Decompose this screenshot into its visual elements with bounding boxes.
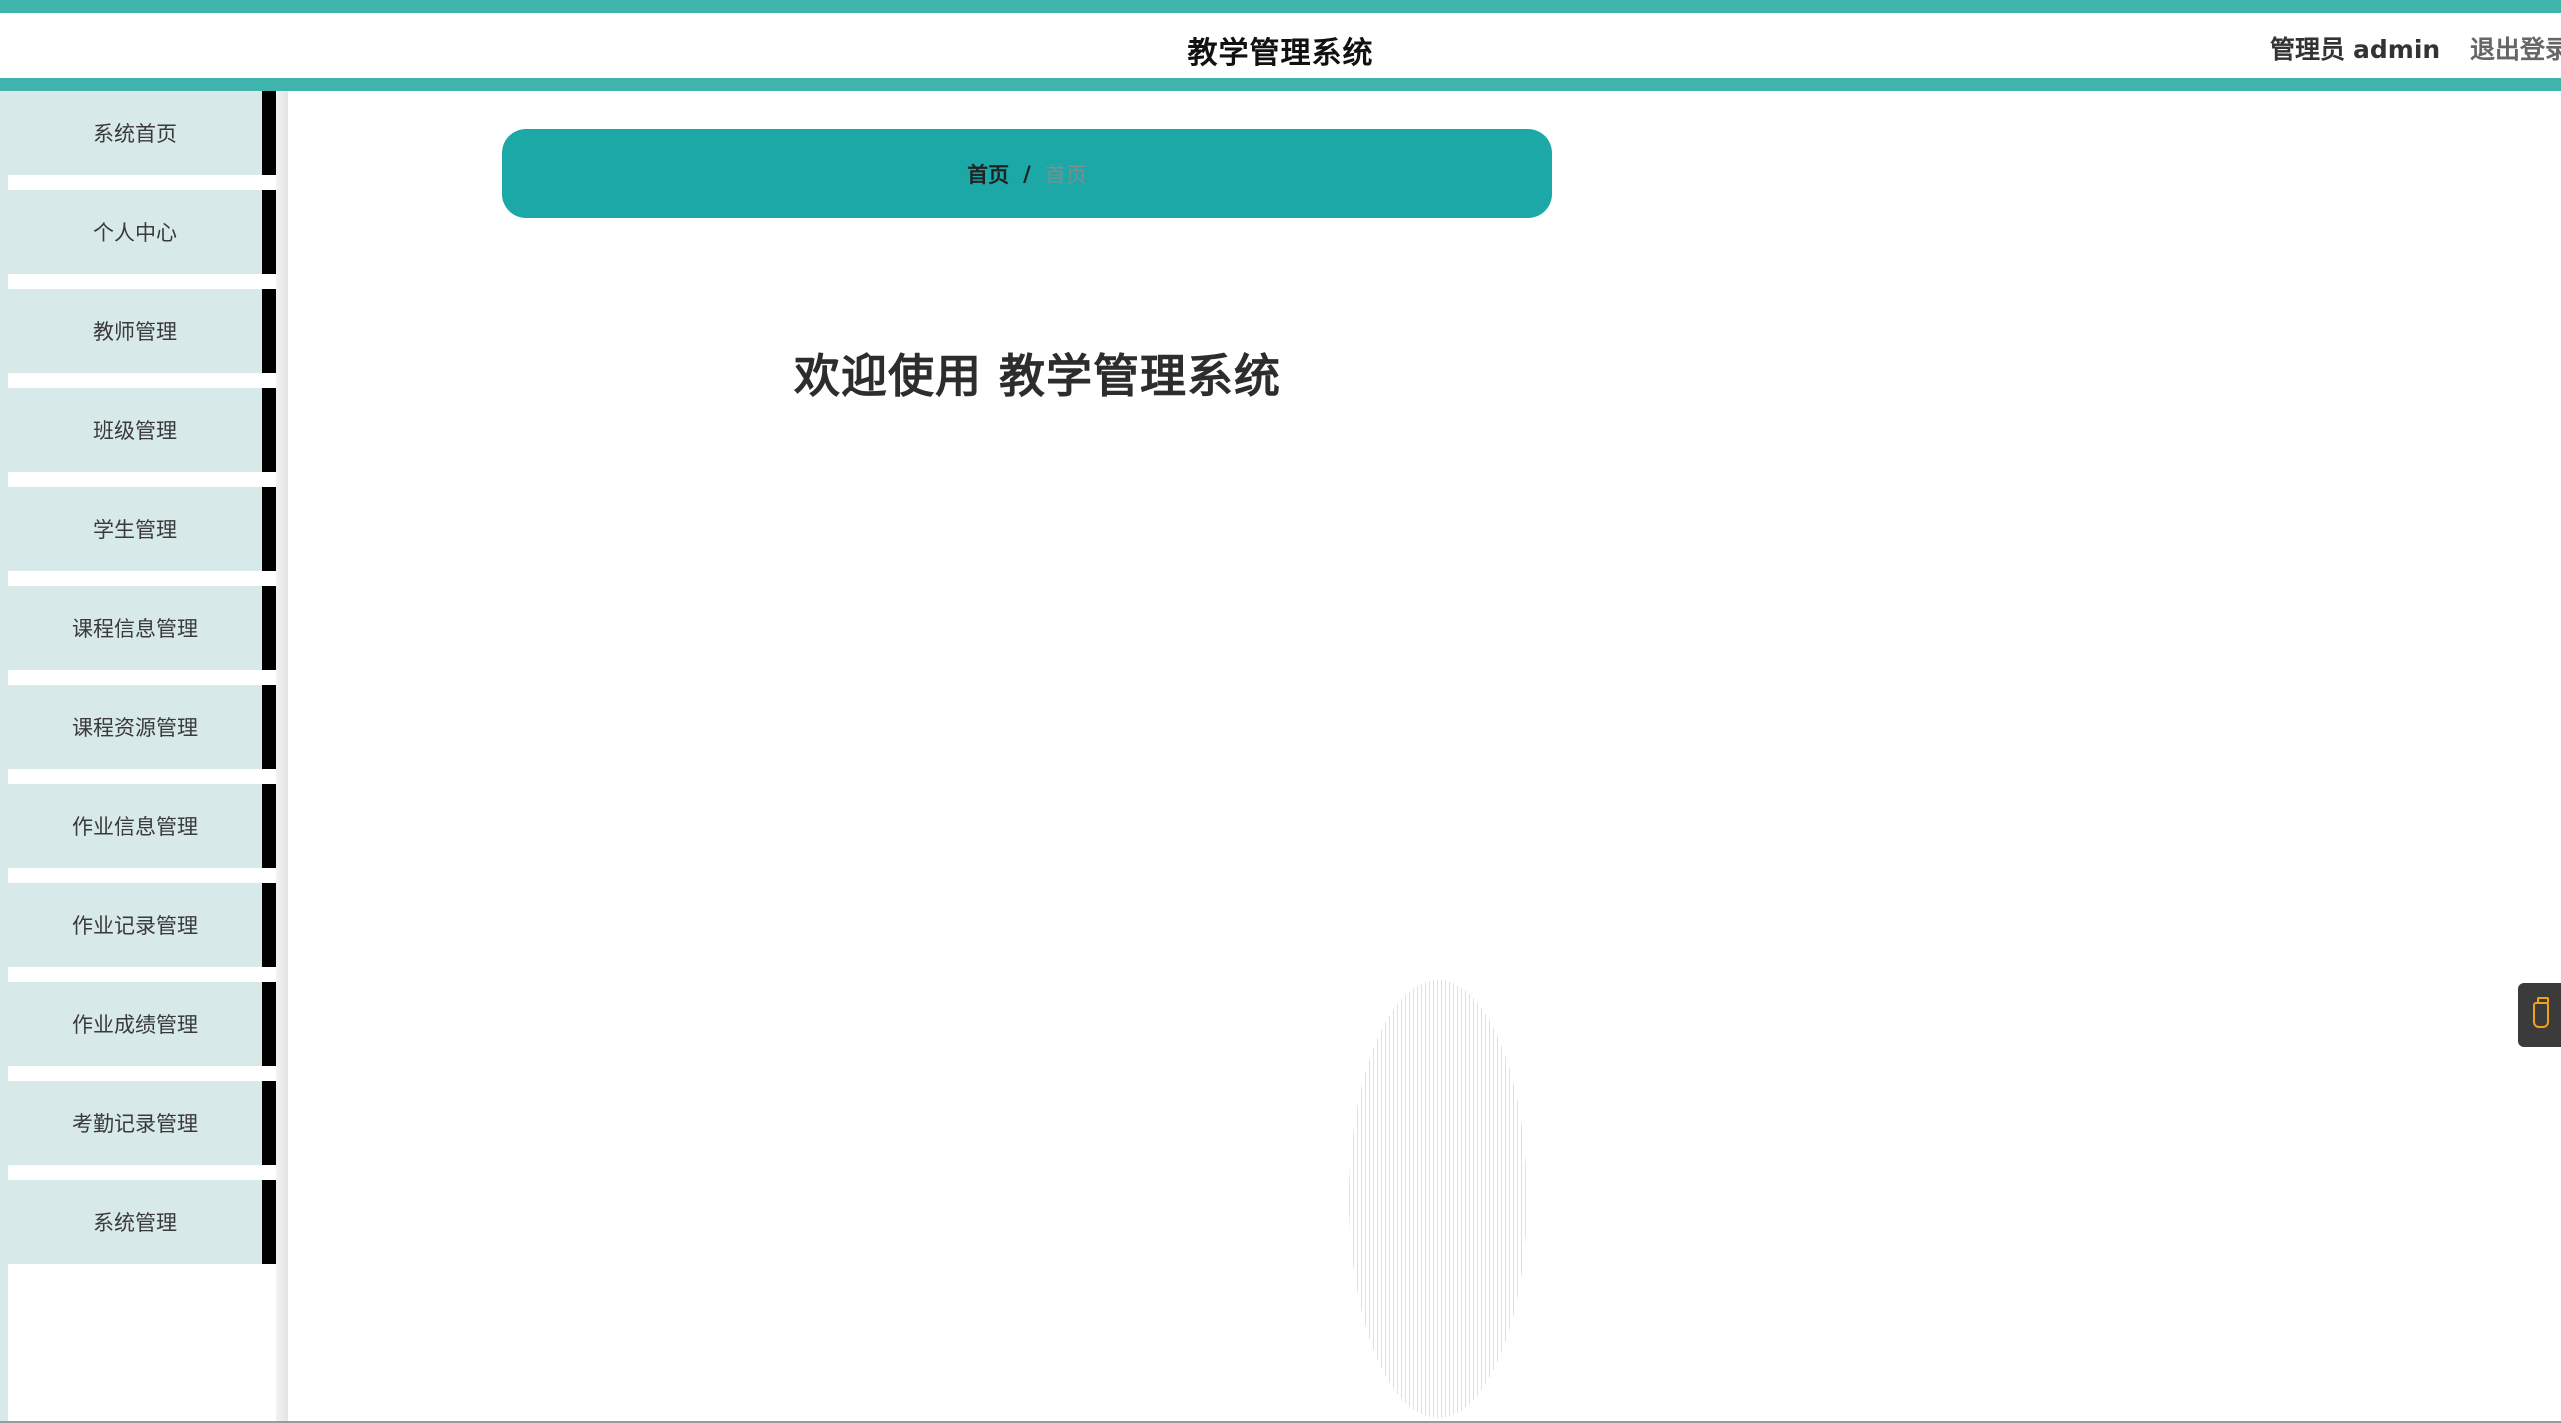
sidebar-item-edge [262,487,277,571]
sidebar-item-gap [8,868,276,883]
sidebar-item-attendance[interactable]: 考勤记录管理 [0,1081,276,1180]
sidebar-item-edge [262,784,277,868]
sidebar-item-system[interactable]: 系统管理 [0,1180,276,1279]
sidebar-item-tile[interactable]: 班级管理 [0,388,262,472]
header-top-bar [0,0,2561,13]
user-role: 管理员 [2270,35,2345,64]
sidebar-item-label: 作业信息管理 [72,811,198,841]
sidebar-item-edge [262,1081,277,1165]
user-info: 管理员 admin [2270,30,2440,66]
sidebar-item-classes[interactable]: 班级管理 [0,388,276,487]
sidebar-item-edge [262,388,277,472]
sidebar-item-label: 课程信息管理 [72,613,198,643]
sidebar-item-label: 系统首页 [93,118,177,148]
sidebar-item-gap [8,967,276,982]
sidebar-item-label: 教师管理 [93,316,177,346]
sidebar-item-tile[interactable]: 作业记录管理 [0,883,262,967]
cup-icon [2533,1002,2549,1028]
sidebar-item-home[interactable]: 系统首页 [0,91,276,190]
header-bottom-bar [0,78,2561,91]
sidebar-item-label: 个人中心 [93,217,177,247]
sidebar-item-homework-records[interactable]: 作业记录管理 [0,883,276,982]
sidebar-item-tile[interactable]: 作业成绩管理 [0,982,262,1066]
top-header: 教学管理系统 管理员 admin 退出登录 [0,0,2561,91]
sidebar-item-homework-grades[interactable]: 作业成绩管理 [0,982,276,1081]
sidebar-item-label: 作业成绩管理 [72,1009,198,1039]
sidebar-item-label: 班级管理 [93,415,177,445]
sidebar-divider [276,91,288,1423]
sidebar-item-tile[interactable]: 作业信息管理 [0,784,262,868]
sidebar-item-profile[interactable]: 个人中心 [0,190,276,289]
sidebar: 系统首页 个人中心 教师管理 班级管理 学生管理 [0,91,288,1423]
sidebar-item-gap [8,769,276,784]
app-page: 教学管理系统 管理员 admin 退出登录 系统首页 个人中心 教师管理 [0,0,2561,1423]
welcome-heading: 欢迎使用 教学管理系统 [794,340,1281,406]
breadcrumb-current: 首页 [1045,159,1087,189]
sidebar-item-tile[interactable]: 学生管理 [0,487,262,571]
sidebar-item-edge [262,289,277,373]
sidebar-item-gap [8,1165,276,1180]
sidebar-item-edge [262,982,277,1066]
sidebar-item-homework-info[interactable]: 作业信息管理 [0,784,276,883]
breadcrumb: 首页 / 首页 [502,129,1552,218]
sidebar-item-students[interactable]: 学生管理 [0,487,276,586]
sidebar-item-gap [8,571,276,586]
sidebar-item-tile[interactable]: 课程资源管理 [0,685,262,769]
sidebar-item-label: 作业记录管理 [72,910,198,940]
sidebar-item-tile[interactable]: 系统管理 [0,1180,262,1264]
sidebar-item-edge [262,1180,277,1264]
sidebar-item-label: 学生管理 [93,514,177,544]
sidebar-item-tile[interactable]: 个人中心 [0,190,262,274]
sidebar-item-gap [8,670,276,685]
sidebar-item-tile[interactable]: 课程信息管理 [0,586,262,670]
sidebar-item-label: 系统管理 [93,1207,177,1237]
sidebar-item-tile[interactable]: 教师管理 [0,289,262,373]
sidebar-item-gap [8,274,276,289]
sidebar-item-tile[interactable]: 系统首页 [0,91,262,175]
sidebar-item-edge [262,190,277,274]
sidebar-item-edge [262,685,277,769]
sidebar-item-edge [262,91,277,175]
username: admin [2353,35,2440,64]
sidebar-item-gap [8,373,276,388]
sidebar-item-edge [262,883,277,967]
sidebar-item-gap [8,1066,276,1081]
app-title: 教学管理系统 [0,28,2561,72]
sidebar-item-course-info[interactable]: 课程信息管理 [0,586,276,685]
sidebar-item-course-resources[interactable]: 课程资源管理 [0,685,276,784]
floating-side-widget[interactable] [2518,983,2561,1047]
sidebar-item-gap [8,472,276,487]
breadcrumb-separator: / [1023,162,1031,186]
sidebar-item-label: 考勤记录管理 [72,1108,198,1138]
sidebar-item-edge [262,586,277,670]
sidebar-item-teachers[interactable]: 教师管理 [0,289,276,388]
breadcrumb-home-link[interactable]: 首页 [967,159,1009,189]
sidebar-item-label: 课程资源管理 [72,712,198,742]
logout-button[interactable]: 退出登录 [2470,30,2561,66]
decorative-ellipse [1349,980,1527,1418]
sidebar-menu: 系统首页 个人中心 教师管理 班级管理 学生管理 [0,91,276,1279]
sidebar-item-gap [8,175,276,190]
sidebar-item-tile[interactable]: 考勤记录管理 [0,1081,262,1165]
